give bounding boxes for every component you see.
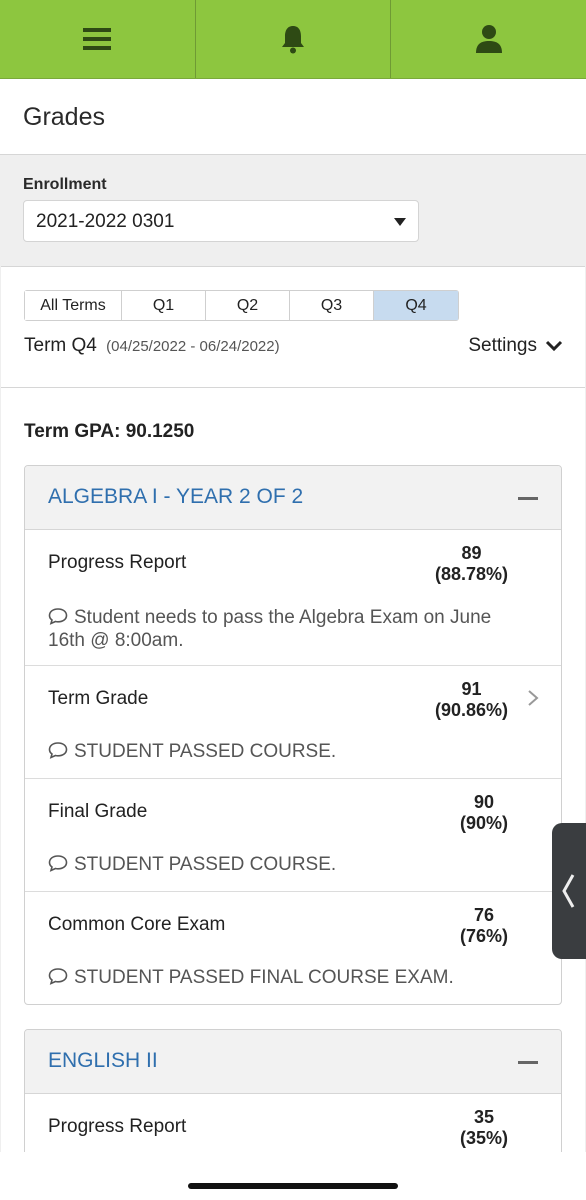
- grade-row-final-grade: Final Grade 90 (90%) STUDENT PASSED COUR…: [25, 779, 561, 892]
- enrollment-select[interactable]: 2021-2022 0301: [23, 200, 419, 242]
- chevron-down-icon: [545, 340, 563, 352]
- term-info: Term Q4 (04/25/2022 - 06/24/2022): [24, 335, 280, 357]
- grade-value: 89 (88.78%): [435, 543, 508, 585]
- tab-all-terms[interactable]: All Terms: [25, 291, 122, 320]
- grade-row-label: Progress Report: [48, 1116, 187, 1137]
- tab-q2[interactable]: Q2: [206, 291, 290, 320]
- bottom-safe-area: [0, 1152, 586, 1200]
- caret-down-icon: [394, 218, 406, 226]
- grade-row-label: Term Grade: [48, 688, 149, 709]
- course-header[interactable]: ALGEBRA I - YEAR 2 OF 2: [25, 466, 561, 530]
- speech-bubble-icon: [48, 855, 68, 872]
- divider: [1, 387, 585, 388]
- grade-row-label: Common Core Exam: [48, 914, 226, 935]
- grade-score: 76: [473, 905, 494, 925]
- grade-score: 89: [461, 543, 482, 563]
- tab-q3[interactable]: Q3: [290, 291, 374, 320]
- home-indicator[interactable]: [188, 1183, 398, 1189]
- top-navigation-bar: [0, 0, 586, 79]
- grade-value: 91 (90.86%): [435, 679, 508, 721]
- grade-comment-text: STUDENT PASSED FINAL COURSE EXAM.: [74, 967, 454, 988]
- settings-dropdown[interactable]: Settings: [468, 335, 563, 357]
- speech-bubble-icon: [48, 968, 68, 985]
- grades-panel: All Terms Q1 Q2 Q3 Q4 Term Q4 (04/25/202…: [1, 266, 585, 1200]
- page-title: Grades: [23, 103, 105, 131]
- enrollment-selected-value: 2021-2022 0301: [36, 211, 175, 232]
- term-tabs: All Terms Q1 Q2 Q3 Q4: [24, 290, 459, 321]
- grade-percent: (88.78%): [434, 564, 508, 584]
- term-gpa: Term GPA: 90.1250: [24, 421, 195, 442]
- grade-comment: STUDENT PASSED COURSE.: [48, 740, 521, 763]
- page-header: Grades: [0, 79, 586, 155]
- grade-row-label: Final Grade: [48, 801, 148, 822]
- chevron-left-icon: [562, 874, 575, 908]
- side-drawer-handle[interactable]: [552, 823, 586, 959]
- grade-comment: STUDENT PASSED COURSE.: [48, 853, 521, 876]
- menu-button[interactable]: [0, 0, 196, 78]
- collapse-minus-icon[interactable]: [518, 497, 538, 500]
- grade-comment-text: STUDENT PASSED COURSE.: [74, 741, 337, 762]
- term-name: Term Q4: [24, 335, 97, 356]
- course-name: ENGLISH II: [48, 1049, 158, 1072]
- notifications-button[interactable]: [196, 0, 392, 78]
- tab-q1[interactable]: Q1: [122, 291, 206, 320]
- grade-comment: STUDENT PASSED FINAL COURSE EXAM.: [48, 966, 521, 989]
- chevron-right-icon[interactable]: [527, 689, 539, 707]
- grade-percent: (76%): [459, 926, 508, 946]
- term-dates: (04/25/2022 - 06/24/2022): [106, 338, 280, 355]
- grade-comment-text: STUDENT PASSED COURSE.: [74, 854, 337, 875]
- enrollment-label: Enrollment: [23, 176, 107, 193]
- speech-bubble-icon: [48, 608, 68, 625]
- hamburger-icon: [83, 28, 112, 50]
- course-header[interactable]: ENGLISH II: [25, 1030, 561, 1094]
- profile-button[interactable]: [391, 0, 586, 78]
- grade-comment-text: Student needs to pass the Algebra Exam o…: [48, 607, 492, 651]
- grade-score: 35: [473, 1107, 494, 1127]
- settings-label: Settings: [468, 335, 537, 356]
- grade-score: 91: [461, 679, 482, 699]
- grade-comment: Student needs to pass the Algebra Exam o…: [48, 606, 521, 652]
- grade-percent: (90%): [459, 813, 508, 833]
- grade-value: 90 (90%): [460, 792, 508, 834]
- grade-percent: (35%): [459, 1128, 508, 1148]
- grade-percent: (90.86%): [434, 700, 508, 720]
- collapse-minus-icon[interactable]: [518, 1061, 538, 1064]
- grade-score: 90: [473, 792, 494, 812]
- grade-row-common-core-exam: Common Core Exam 76 (76%) STUDENT PASSED…: [25, 892, 561, 1004]
- grade-row-label: Progress Report: [48, 552, 187, 573]
- tab-q4[interactable]: Q4: [374, 291, 458, 320]
- course-card-algebra: ALGEBRA I - YEAR 2 OF 2 Progress Report …: [24, 465, 562, 1005]
- bell-icon: [282, 26, 304, 54]
- grade-row-term-grade[interactable]: Term Grade 91 (90.86%) STUDENT PASSED CO…: [25, 666, 561, 779]
- user-icon: [475, 25, 502, 53]
- grade-value: 76 (76%): [460, 905, 508, 947]
- grade-row-progress-report: Progress Report 89 (88.78%) Student need…: [25, 530, 561, 666]
- speech-bubble-icon: [48, 742, 68, 759]
- grade-value: 35 (35%): [460, 1107, 508, 1149]
- course-name: ALGEBRA I - YEAR 2 OF 2: [48, 485, 304, 508]
